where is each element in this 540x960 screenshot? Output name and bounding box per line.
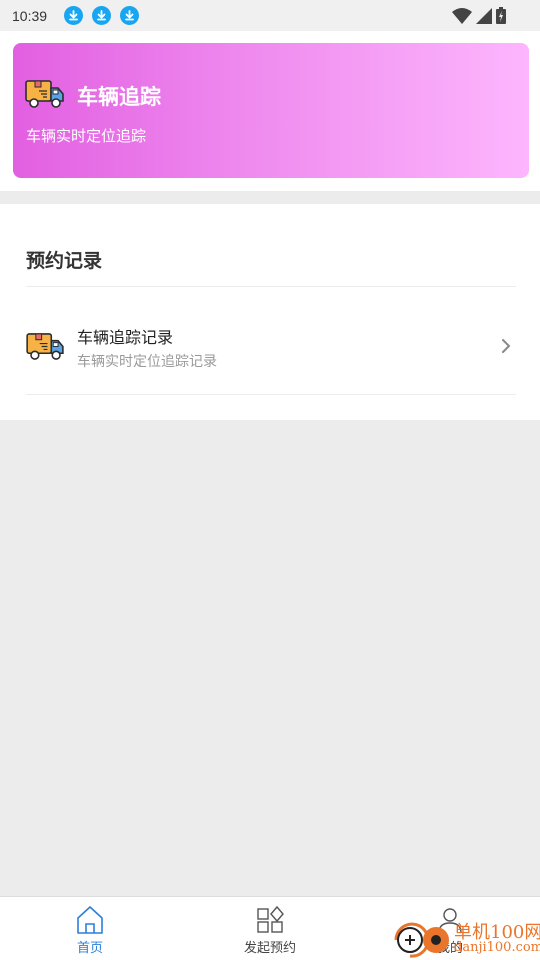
nav-label-profile: 我的 [436, 941, 463, 956]
bottom-nav: 首页 发起预约 我的 [0, 896, 540, 960]
divider [26, 286, 516, 287]
nav-label-home: 首页 [76, 941, 103, 956]
user-icon [438, 908, 462, 934]
chevron-right-icon [502, 339, 510, 353]
banner-title: 车辆追踪 [77, 85, 161, 109]
download-icon [64, 6, 84, 25]
home-icon [77, 906, 103, 934]
grid-icon [257, 905, 284, 933]
nav-label-book: 发起预约 [243, 941, 296, 956]
status-bar: 10:39 [0, 0, 540, 31]
divider [26, 394, 516, 395]
download-icon [120, 6, 140, 25]
records-section: 预约记录 车辆追踪记录 车辆实时定位追踪记录 [0, 204, 540, 420]
truck-icon [26, 333, 64, 360]
top-section: 车辆追踪 车辆实时定位追踪 [0, 31, 540, 191]
status-right-icons [452, 7, 506, 24]
nav-item-profile[interactable]: 我的 [390, 897, 510, 960]
wifi-icon [452, 7, 472, 24]
download-icon [92, 6, 112, 25]
record-name: 车辆追踪记录 [77, 328, 174, 347]
status-time: 10:39 [12, 7, 48, 24]
list-item[interactable]: 车辆追踪记录 车辆实时定位追踪记录 [0, 288, 540, 396]
signal-icon [476, 7, 492, 24]
section-title: 预约记录 [26, 250, 103, 272]
vehicle-tracking-banner[interactable]: 车辆追踪 车辆实时定位追踪 [13, 43, 529, 178]
truck-icon [25, 80, 64, 108]
battery-icon [496, 7, 506, 24]
nav-item-home[interactable]: 首页 [30, 897, 150, 960]
banner-subtitle: 车辆实时定位追踪 [26, 127, 147, 145]
nav-item-book[interactable]: 发起预约 [210, 897, 330, 960]
record-description: 车辆实时定位追踪记录 [77, 354, 217, 370]
